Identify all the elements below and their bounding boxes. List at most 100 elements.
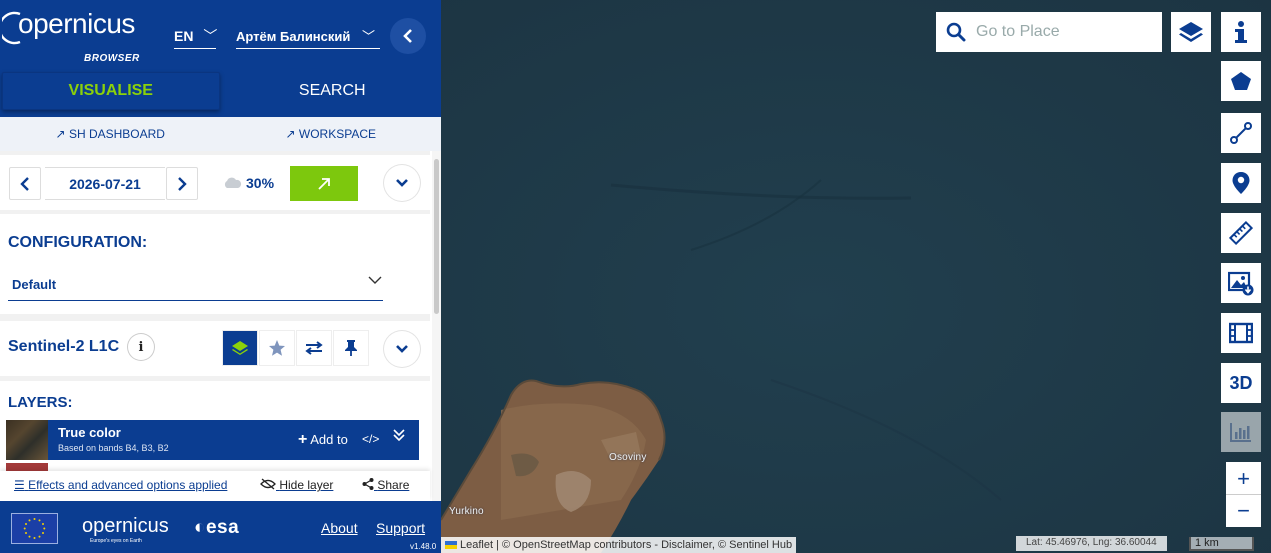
- effects-link[interactable]: ☰ Effects and advanced options applied: [14, 478, 227, 492]
- user-menu[interactable]: Артём Балинский ﹀: [236, 26, 375, 45]
- code-icon[interactable]: </>: [362, 432, 379, 446]
- swap-icon: [305, 341, 323, 355]
- external-link-icon: ↗: [55, 127, 66, 141]
- chevron-down-icon: ﹀: [203, 28, 218, 44]
- cursor-coordinates: Lat: 45.46976, Lng: 36.60044: [1016, 536, 1167, 551]
- layers-icon: [232, 341, 248, 355]
- search-icon: [946, 22, 966, 42]
- go-to-place-input[interactable]: [974, 22, 1154, 42]
- panel-scrollbar[interactable]: [432, 151, 441, 501]
- draw-polygon-button[interactable]: [1221, 61, 1261, 101]
- layer-thumbnail: [6, 420, 48, 460]
- basemap-layers-button[interactable]: [1171, 12, 1211, 52]
- hide-layer-link[interactable]: Hide layer: [260, 478, 333, 492]
- expand-dataset-button[interactable]: [384, 331, 420, 367]
- layer-description: Based on bands B4, B3, B2: [58, 443, 169, 453]
- cloud-icon: [224, 177, 242, 188]
- share-label: Share: [377, 478, 410, 492]
- support-link[interactable]: Support: [376, 520, 425, 536]
- main-tabs: VISUALISE SEARCH: [0, 72, 441, 110]
- double-chevron-down-icon[interactable]: [392, 428, 406, 447]
- layer-item-true-color[interactable]: True color Based on bands B4, B3, B2 + A…: [6, 420, 419, 460]
- esa-ring-icon: ◐: [194, 517, 206, 538]
- effects-label: Effects and advanced options applied: [28, 478, 228, 492]
- user-underline: [236, 48, 380, 49]
- esa-logo[interactable]: ◐esa: [194, 517, 239, 539]
- tab-search[interactable]: SEARCH: [224, 72, 442, 110]
- show-latest-date-button[interactable]: [290, 166, 358, 201]
- attribution-text[interactable]: Leaflet | © OpenStreetMap contributors -…: [460, 539, 792, 551]
- star-icon: [269, 340, 285, 356]
- satellite-imagery: [441, 0, 1271, 553]
- info-icon: [1235, 21, 1247, 43]
- configuration-select[interactable]: Default: [8, 276, 383, 301]
- measure-button[interactable]: [1221, 213, 1261, 253]
- next-date-button[interactable]: [166, 167, 198, 200]
- zoom-out-button[interactable]: −: [1226, 494, 1261, 527]
- go-to-place-box[interactable]: [936, 12, 1162, 52]
- 3d-button[interactable]: 3D: [1221, 363, 1261, 403]
- sidebar-footer: opernicus Europe's eyes on Earth ◐esa Ab…: [0, 501, 441, 553]
- esa-wordmark: esa: [205, 517, 240, 538]
- copernicus-logo[interactable]: opernicus Europe's eyes on Earth: [82, 515, 169, 544]
- dataset-info-button[interactable]: i: [128, 334, 154, 360]
- timelapse-button[interactable]: [1221, 313, 1261, 353]
- marker-icon: [1232, 172, 1250, 194]
- sidebar: opernicus BROWSER EN ﹀ Артём Балинский ﹀…: [0, 0, 441, 553]
- sh-dashboard-link[interactable]: ↗ SH DASHBOARD: [0, 127, 221, 141]
- chevron-down-icon: [396, 179, 408, 187]
- date-row: 2026-07-21 30%: [0, 155, 430, 210]
- add-marker-button[interactable]: [1221, 163, 1261, 203]
- histogram-button[interactable]: [1221, 412, 1261, 452]
- expand-date-options-button[interactable]: [384, 165, 420, 201]
- copernicus-c-icon: [2, 11, 21, 45]
- language-selector[interactable]: EN ﹀: [174, 26, 217, 46]
- external-links-bar: ↗ SH DASHBOARD ↗ WORKSPACE: [0, 117, 441, 151]
- favorite-button[interactable]: [260, 331, 294, 365]
- ukraine-flag-icon: [445, 541, 457, 549]
- language-underline: [174, 48, 216, 49]
- place-label-yurkino: Yurkino: [449, 506, 484, 517]
- add-to-label: Add to: [310, 432, 348, 447]
- zoom-in-button[interactable]: +: [1226, 462, 1261, 495]
- info-button[interactable]: [1221, 12, 1261, 52]
- plus-icon: +: [298, 431, 308, 448]
- cloud-coverage[interactable]: 30%: [222, 175, 274, 191]
- dataset-name: Sentinel-2 L1C: [8, 338, 120, 355]
- eu-flag-logo: [11, 513, 58, 544]
- layers-icon: [1179, 22, 1203, 42]
- workspace-link[interactable]: ↗ WORKSPACE: [221, 127, 442, 141]
- share-link[interactable]: Share: [362, 478, 409, 492]
- add-to-button[interactable]: + Add to: [298, 431, 348, 449]
- layers-view-button[interactable]: [223, 331, 257, 365]
- chevron-down-icon: ﹀: [362, 29, 376, 44]
- polygon-icon: [1231, 72, 1251, 90]
- collapse-sidebar-button[interactable]: [390, 18, 426, 54]
- scrollbar-thumb[interactable]: [434, 159, 439, 314]
- logo-subtitle: BROWSER: [84, 53, 140, 64]
- pin-button[interactable]: [334, 331, 368, 365]
- previous-date-button[interactable]: [9, 167, 41, 200]
- compare-button[interactable]: [297, 331, 331, 365]
- chevron-right-icon: [178, 176, 187, 191]
- about-link[interactable]: About: [321, 520, 358, 536]
- map-attribution: Leaflet | © OpenStreetMap contributors -…: [441, 537, 797, 553]
- pin-icon: [345, 340, 357, 356]
- layer-actions-bar: ☰ Effects and advanced options applied H…: [0, 471, 430, 501]
- layer-title: True color: [58, 425, 121, 440]
- chevron-down-icon: [396, 345, 408, 353]
- copernicus-browser-logo[interactable]: opernicus BROWSER: [2, 8, 139, 64]
- external-link-icon: ↗: [285, 127, 296, 141]
- date-input[interactable]: 2026-07-21: [45, 167, 165, 200]
- line-icon: [1230, 122, 1252, 144]
- map-canvas[interactable]: Osoviny Yurkino Go to Place 3D + − Leafl…: [441, 0, 1271, 553]
- image-download-button[interactable]: [1221, 263, 1261, 303]
- footer-logo-tagline: Europe's eyes on Earth: [90, 538, 142, 544]
- arrow-up-right-icon: [318, 177, 330, 190]
- layer-thumbnail-next: [6, 463, 48, 471]
- logo-wordmark: opernicus: [18, 8, 135, 39]
- cloud-coverage-value: 30%: [246, 175, 275, 191]
- tab-visualise[interactable]: VISUALISE: [2, 72, 220, 110]
- draw-line-button[interactable]: [1221, 113, 1261, 153]
- place-label-osoviny: Osoviny: [609, 452, 647, 463]
